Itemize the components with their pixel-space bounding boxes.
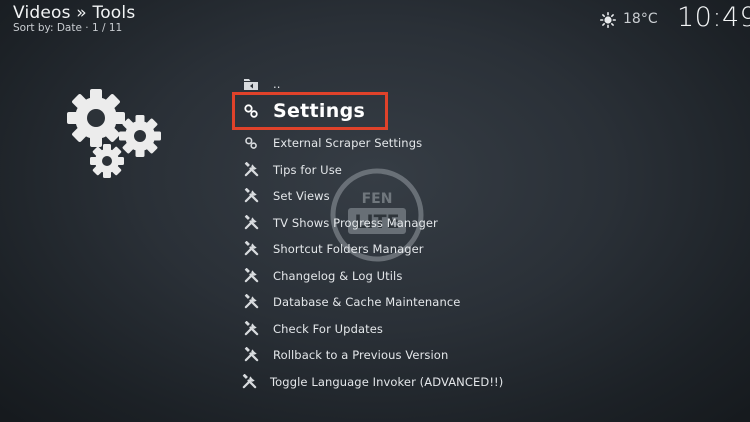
menu-item-check-for-updates[interactable]: Check For Updates (232, 315, 492, 342)
menu-item-tips-for-use[interactable]: Tips for Use (232, 156, 492, 183)
tools-icon (242, 161, 260, 179)
menu-item-label: Shortcut Folders Manager (273, 241, 424, 256)
menu-item-label: TV Shows Progress Manager (273, 215, 438, 230)
temperature: 18°C (623, 11, 658, 27)
folder-back-icon (242, 75, 260, 93)
menu-item-label: Changelog & Log Utils (273, 268, 403, 283)
menu-item-set-views[interactable]: Set Views (232, 182, 492, 209)
gears-icon (67, 89, 161, 178)
menu-item-toggle-language-invoker[interactable]: Toggle Language Invoker (ADVANCED!!) (232, 368, 503, 395)
tools-icon (242, 320, 260, 338)
settings-icon (242, 134, 260, 152)
menu-item-label: Set Views (273, 188, 330, 203)
menu-item-label: Tips for Use (273, 162, 342, 177)
tools-icon (242, 240, 260, 258)
menu-item-label: Settings (273, 100, 366, 122)
tools-icon (242, 293, 260, 311)
clock: 10:49 (677, 2, 750, 33)
menu-item-tv-shows-progress-manager[interactable]: TV Shows Progress Manager (232, 209, 492, 236)
tools-icon (242, 373, 257, 391)
menu-item-label: External Scraper Settings (273, 135, 423, 150)
menu-item-label: Check For Updates (273, 321, 383, 336)
menu-item-label: Database & Cache Maintenance (273, 294, 461, 309)
tools-icon (242, 214, 260, 232)
menu-item-changelog-log-utils[interactable]: Changelog & Log Utils (232, 262, 492, 289)
tools-icon (242, 267, 260, 285)
settings-icon (242, 102, 260, 120)
menu-item-label: Toggle Language Invoker (ADVANCED!!) (270, 374, 504, 389)
menu-item-external-scraper-settings[interactable]: External Scraper Settings (232, 129, 492, 156)
tools-icon (242, 187, 260, 205)
menu-item-label: Rollback to a Previous Version (273, 347, 449, 362)
page-title: Videos » Tools (13, 3, 136, 23)
menu-item-label: .. (273, 76, 281, 91)
menu-item-settings[interactable]: Settings (232, 92, 388, 130)
menu-item-database-cache-maintenance[interactable]: Database & Cache Maintenance (232, 288, 492, 315)
menu-item-rollback[interactable]: Rollback to a Previous Version (232, 341, 492, 368)
menu-item-shortcut-folders-manager[interactable]: Shortcut Folders Manager (232, 235, 492, 262)
sun-icon (600, 12, 616, 28)
tools-icon (242, 346, 260, 364)
sort-info: Sort by: Date · 1 / 11 (13, 22, 123, 34)
